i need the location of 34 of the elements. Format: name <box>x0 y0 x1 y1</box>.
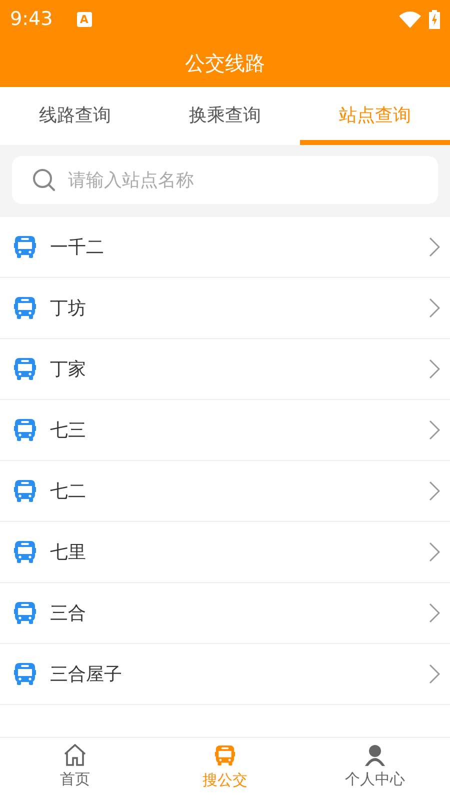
bus-icon <box>215 744 235 767</box>
station-name: 丁坊 <box>50 296 87 320</box>
battery-icon <box>429 10 440 28</box>
person-icon <box>364 744 386 766</box>
bus-icon <box>14 357 36 381</box>
chevron-icon <box>429 603 440 623</box>
chevron-icon <box>429 481 440 501</box>
bus-icon <box>14 235 36 259</box>
bus-icon <box>14 479 36 503</box>
chevron-icon <box>429 359 440 379</box>
station-name: 七三 <box>50 418 87 442</box>
chevron-icon <box>429 664 440 684</box>
bus-icon <box>14 601 36 625</box>
bus-icon <box>14 540 36 564</box>
notification-icon: A <box>76 12 92 26</box>
bus-icon <box>14 418 36 442</box>
station-name: 一千二 <box>50 236 105 260</box>
chevron-icon <box>429 298 440 318</box>
wifi-icon <box>399 10 421 28</box>
status-time: 9:43 <box>10 6 53 32</box>
station-name: 七里 <box>50 540 87 564</box>
chevron-icon <box>429 237 440 257</box>
home-icon <box>63 744 87 766</box>
chevron-icon <box>429 420 440 440</box>
chevron-icon <box>429 542 440 562</box>
station-name: 丁家 <box>50 358 87 382</box>
bus-icon <box>14 662 36 686</box>
page-title: 公交线路 <box>185 50 265 76</box>
station-name: 七二 <box>50 480 87 504</box>
station-name: 三合 <box>50 602 87 626</box>
bus-icon <box>14 296 36 320</box>
search-bar[interactable]: 请输入站点名称 <box>12 156 438 204</box>
station-name: 三合屋子 <box>50 662 123 686</box>
search-icon <box>32 168 56 192</box>
